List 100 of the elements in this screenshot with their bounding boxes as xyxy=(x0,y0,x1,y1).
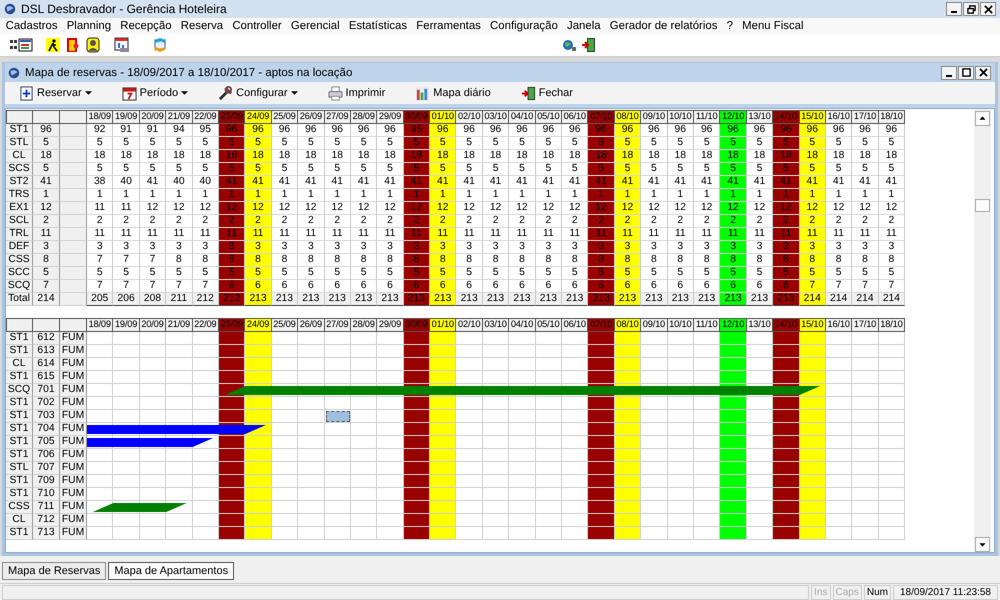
table-cell: 3 xyxy=(800,241,826,254)
minimize-button[interactable] xyxy=(941,66,957,80)
table-cell: 8 xyxy=(720,254,747,267)
date-header: 18/10 xyxy=(878,110,906,124)
table-cell: 18 xyxy=(166,150,193,163)
table-cell: 7 xyxy=(33,280,60,293)
table-cell: 213 xyxy=(245,293,272,306)
table-cell: 95 xyxy=(192,124,219,137)
new-document-icon xyxy=(19,86,34,100)
table-cell: 5 xyxy=(878,267,906,280)
table-cell: 6 xyxy=(350,280,378,293)
date-header: 22/09 xyxy=(192,318,219,332)
table-cell: 41 xyxy=(694,176,720,189)
table-cell: 12 xyxy=(746,202,774,215)
toolbar-button[interactable]: Período xyxy=(118,84,192,102)
toolbar-button[interactable]: Fechar xyxy=(516,84,577,102)
table-cell: 11 xyxy=(826,228,852,241)
table-cell: 5 xyxy=(350,267,378,280)
table-cell: 11 xyxy=(113,228,140,241)
date-header: 28/09 xyxy=(350,318,378,332)
close-button[interactable] xyxy=(980,2,996,16)
table-cell: 8 xyxy=(746,254,774,267)
table-cell: 7 xyxy=(192,280,219,293)
date-header: 18/09 xyxy=(87,110,114,124)
minimize-button[interactable] xyxy=(946,2,962,16)
toolbar-button[interactable]: Reservar xyxy=(15,84,96,102)
menu-item[interactable]: Recepção xyxy=(116,20,176,32)
refresh-icon[interactable] xyxy=(152,37,168,53)
table-cell: 5 xyxy=(536,267,562,280)
table-cell: 18 xyxy=(430,150,456,163)
table-cell: 8 xyxy=(562,254,588,267)
exit-door-icon[interactable] xyxy=(581,37,597,53)
menu-item[interactable]: Estatísticas xyxy=(344,20,412,32)
scroll-down-icon[interactable] xyxy=(975,537,990,552)
menu-item[interactable]: Menu Fiscal xyxy=(738,20,808,32)
date-header: 21/09 xyxy=(166,318,193,332)
tab[interactable]: Mapa de Apartamentos xyxy=(108,562,234,580)
caret-icon xyxy=(181,91,188,95)
table-cell: 41 xyxy=(668,176,694,189)
table-cell: 18 xyxy=(826,150,852,163)
table-cell: ST2 xyxy=(6,176,33,189)
table-cell: 5 xyxy=(140,267,166,280)
table-cell: EX1 xyxy=(6,202,33,215)
table-cell: 96 xyxy=(562,124,588,137)
scrollbar[interactable] xyxy=(974,109,991,552)
calendar-chart-icon[interactable] xyxy=(114,37,130,53)
table-cell: 1 xyxy=(641,189,668,202)
walking-person-icon[interactable] xyxy=(45,37,61,53)
tab[interactable]: Mapa de Reservas xyxy=(2,562,106,580)
menu-item[interactable]: Gerador de relatórios xyxy=(605,20,722,32)
table-cell: ST1 xyxy=(6,345,33,358)
table-cell: 18 xyxy=(509,150,536,163)
menu-item[interactable]: Planning xyxy=(62,20,116,32)
menu-item[interactable]: Janela xyxy=(562,20,606,32)
menu-item[interactable]: ? xyxy=(722,20,738,32)
toolbar-button[interactable]: Mapa diário xyxy=(411,84,495,102)
table-cell: 41 xyxy=(878,176,906,189)
table-cell: 18 xyxy=(852,150,879,163)
globe-network-icon[interactable] xyxy=(561,37,577,53)
table-cell: 11 xyxy=(720,228,747,241)
person-badge-icon[interactable] xyxy=(85,37,101,53)
table-cell: 11 xyxy=(614,228,642,241)
close-button[interactable] xyxy=(975,66,991,80)
scroll-up-icon[interactable] xyxy=(975,111,990,126)
date-header: 06/10 xyxy=(562,110,588,124)
table-cell: 2 xyxy=(192,215,219,228)
table-cell: 1 xyxy=(298,189,325,202)
menu-item[interactable]: Gerencial xyxy=(286,20,344,32)
table-cell: SCL xyxy=(6,215,33,228)
menu-item[interactable]: Ferramentas xyxy=(412,20,486,32)
menu-item[interactable]: Reserva xyxy=(176,20,228,32)
maximize-button[interactable] xyxy=(958,66,974,80)
menu-item[interactable]: Cadastros xyxy=(1,20,62,32)
table-cell: ST1 xyxy=(6,488,33,501)
table-cell: 3 xyxy=(456,241,483,254)
globe-icon xyxy=(3,2,17,16)
table-cell: 213 xyxy=(536,293,562,306)
scroll-thumb[interactable] xyxy=(975,199,990,212)
table-cell: 1 xyxy=(694,189,720,202)
table-cell: 12 xyxy=(668,202,694,215)
table-cell: 18 xyxy=(800,150,826,163)
restore-button[interactable] xyxy=(963,2,979,16)
table-cell: 5 xyxy=(852,163,879,176)
table-cell: 41 xyxy=(404,176,430,189)
toolbar-button[interactable]: Imprimir xyxy=(324,84,390,102)
table-cell: 213 xyxy=(720,293,747,306)
menu-item[interactable]: Controller xyxy=(228,20,286,32)
table-cell: 3 xyxy=(482,241,510,254)
table-cell: 18 xyxy=(245,150,272,163)
table-cell: 12 xyxy=(298,202,325,215)
room-grid-icon[interactable] xyxy=(9,37,33,53)
table-cell: 206 xyxy=(113,293,140,306)
table-cell: 41 xyxy=(350,176,378,189)
table-cell: 96 xyxy=(218,124,246,137)
table-cell: 5 xyxy=(245,267,272,280)
door-exit-icon[interactable] xyxy=(65,37,81,53)
minimize-icon xyxy=(946,74,952,76)
menu-item[interactable]: Configuração xyxy=(485,20,562,32)
toolbar-button[interactable]: Configurar xyxy=(214,84,302,102)
table-cell: 706 xyxy=(33,449,60,462)
